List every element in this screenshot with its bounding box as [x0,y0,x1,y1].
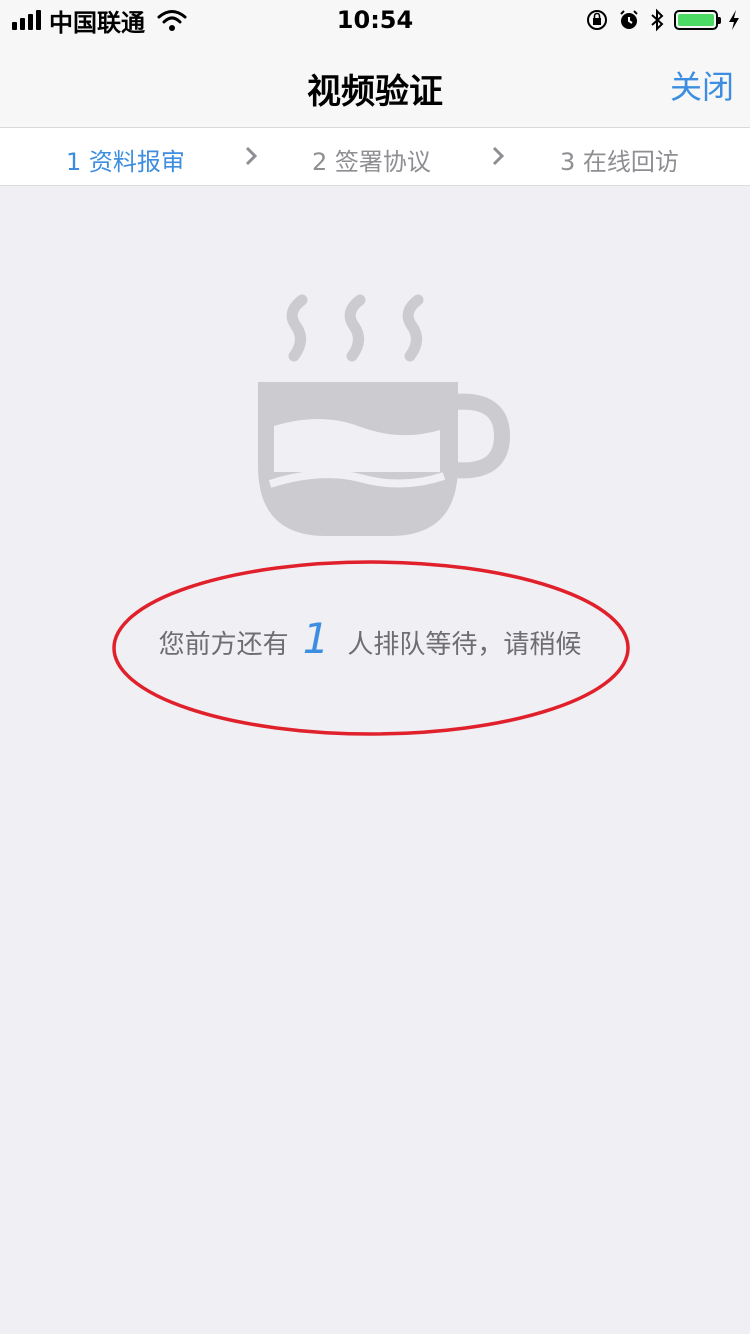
chevron-right-icon [492,146,505,166]
bluetooth-icon [651,8,664,32]
nav-bar: 视频验证 关闭 [0,40,750,128]
chevron-right-icon [245,146,258,166]
battery-icon [674,10,721,30]
queue-message: 您前方还有 1 人排队等待，请稍候 [110,614,630,684]
rotation-lock-icon [587,10,607,30]
progress-steps: 1 资料报审 2 签署协议 3 在线回访 [0,128,750,186]
step-3-label: 3 在线回访 [560,148,679,176]
coffee-cup-icon [258,294,510,536]
queue-count: 1 [302,614,330,663]
close-button[interactable]: 关闭 [670,62,734,108]
status-right [586,6,740,34]
queue-prefix: 您前方还有 [158,630,289,660]
step-2-label: 2 签署协议 [312,148,431,176]
status-bar: 中国联通 10:54 [0,0,750,40]
alarm-icon [620,10,638,29]
charging-icon [729,10,739,30]
page-title: 视频验证 [307,72,443,112]
queue-suffix: 人排队等待，请稍候 [347,630,582,660]
step-1-label: 1 资料报审 [66,148,185,176]
